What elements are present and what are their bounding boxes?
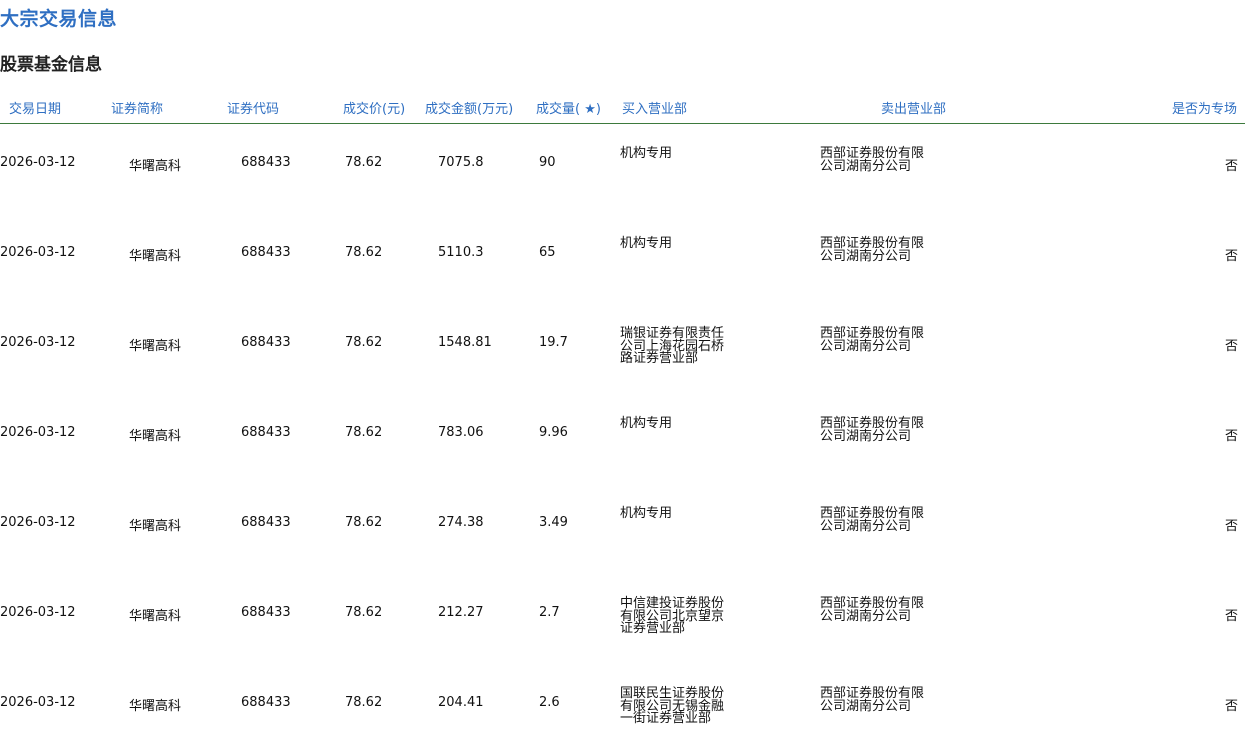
header-special[interactable]: 是否为专场: [1172, 98, 1237, 117]
cell-price: 78.62: [345, 605, 383, 620]
header-security-code[interactable]: 证券代码: [227, 98, 279, 117]
cell-buyer: 中信建投证券股份 有限公司北京望京 证券营业部: [620, 596, 725, 636]
cell-special: 否: [1224, 519, 1238, 534]
table-row[interactable]: 2026-03-12 华曙高科 688433 78.62 274.38 3.49 机构专用 西…: [0, 485, 1245, 575]
header-buyer[interactable]: 买入营业部: [622, 98, 687, 117]
cell-buyer: 瑞银证券有限责任 公司上海花园石桥 路证券营业部: [620, 326, 725, 366]
cell-trade-date: 2026-03-12: [0, 425, 76, 440]
cell-buyer: 国联民生证券股份 有限公司无锡金融 一街证券营业部: [620, 686, 725, 726]
cell-seller: 西部证券股份有限 公司湖南分公司: [820, 506, 925, 534]
cell-amount: 783.06: [438, 425, 484, 440]
cell-seller: 西部证券股份有限 公司湖南分公司: [820, 686, 925, 714]
cell-volume: 2.6: [539, 695, 560, 710]
cell-trade-date: 2026-03-12: [0, 245, 76, 260]
cell-security-name: 华曙高科: [129, 429, 182, 444]
cell-trade-date: 2026-03-12: [0, 515, 76, 530]
cell-security-code: 688433: [241, 245, 291, 260]
cell-trade-date: 2026-03-12: [0, 605, 76, 620]
cell-seller: 西部证券股份有限 公司湖南分公司: [820, 326, 925, 354]
cell-special: 否: [1224, 159, 1238, 174]
section-title: 股票基金信息: [0, 55, 102, 75]
page-title: 大宗交易信息: [0, 8, 118, 30]
cell-security-name: 华曙高科: [129, 249, 182, 264]
cell-amount: 5110.3: [438, 245, 484, 260]
cell-special: 否: [1224, 699, 1238, 714]
cell-price: 78.62: [345, 695, 383, 710]
cell-price: 78.62: [345, 335, 383, 350]
cell-amount: 7075.8: [438, 155, 484, 170]
cell-volume: 9.96: [539, 425, 568, 440]
cell-special: 否: [1224, 339, 1238, 354]
table-row[interactable]: 2026-03-12 华曙高科 688433 78.62 204.41 2.6 国联民生证券…: [0, 665, 1245, 754]
table-row[interactable]: 2026-03-12 华曙高科 688433 78.62 783.06 9.96 机构专用 西…: [0, 395, 1245, 485]
cell-volume: 19.7: [539, 335, 568, 350]
cell-trade-date: 2026-03-12: [0, 155, 76, 170]
cell-seller: 西部证券股份有限 公司湖南分公司: [820, 236, 925, 264]
cell-buyer: 机构专用: [620, 146, 673, 161]
cell-trade-date: 2026-03-12: [0, 695, 76, 710]
cell-volume: 2.7: [539, 605, 560, 620]
table-row[interactable]: 2026-03-12 华曙高科 688433 78.62 5110.3 65 机构专用 西部证…: [0, 215, 1245, 305]
cell-seller: 西部证券股份有限 公司湖南分公司: [820, 596, 925, 624]
cell-security-name: 华曙高科: [129, 609, 182, 624]
cell-special: 否: [1224, 429, 1238, 444]
header-price[interactable]: 成交价(元): [343, 98, 405, 117]
header-amount[interactable]: 成交金额(万元): [425, 98, 513, 117]
cell-buyer: 机构专用: [620, 416, 673, 431]
header-security-name[interactable]: 证券简称: [111, 98, 163, 117]
header-trade-date[interactable]: 交易日期: [9, 98, 61, 117]
cell-trade-date: 2026-03-12: [0, 335, 76, 350]
cell-special: 否: [1224, 609, 1238, 624]
cell-buyer: 机构专用: [620, 506, 673, 521]
cell-security-code: 688433: [241, 425, 291, 440]
cell-security-code: 688433: [241, 695, 291, 710]
cell-volume: 90: [539, 155, 556, 170]
cell-buyer: 机构专用: [620, 236, 673, 251]
table-row[interactable]: 2026-03-12 华曙高科 688433 78.62 7075.8 90 机构专用 西部证…: [0, 125, 1245, 215]
cell-amount: 212.27: [438, 605, 484, 620]
header-seller[interactable]: 卖出营业部: [881, 98, 946, 117]
cell-price: 78.62: [345, 515, 383, 530]
cell-security-name: 华曙高科: [129, 699, 182, 714]
cell-security-code: 688433: [241, 155, 291, 170]
cell-amount: 1548.81: [438, 335, 492, 350]
cell-security-code: 688433: [241, 605, 291, 620]
block-trade-page: 大宗交易信息 股票基金信息 交易日期 证券简称 证券代码 成交价(元) 成交金额…: [0, 0, 1245, 754]
cell-amount: 204.41: [438, 695, 484, 710]
header-volume[interactable]: 成交量( ★): [536, 98, 601, 117]
cell-seller: 西部证券股份有限 公司湖南分公司: [820, 416, 925, 444]
cell-price: 78.62: [345, 245, 383, 260]
cell-price: 78.62: [345, 155, 383, 170]
cell-seller: 西部证券股份有限 公司湖南分公司: [820, 146, 925, 174]
cell-security-code: 688433: [241, 515, 291, 530]
cell-volume: 65: [539, 245, 556, 260]
cell-security-code: 688433: [241, 335, 291, 350]
cell-price: 78.62: [345, 425, 383, 440]
table-header: 交易日期 证券简称 证券代码 成交价(元) 成交金额(万元) 成交量( ★) 买…: [0, 96, 1245, 124]
cell-security-name: 华曙高科: [129, 519, 182, 534]
table-row[interactable]: 2026-03-12 华曙高科 688433 78.62 1548.81 19.7 瑞银证券…: [0, 305, 1245, 395]
cell-security-name: 华曙高科: [129, 159, 182, 174]
cell-special: 否: [1224, 249, 1238, 264]
table-row[interactable]: 2026-03-12 华曙高科 688433 78.62 212.27 2.7 中信建投证券…: [0, 575, 1245, 665]
cell-security-name: 华曙高科: [129, 339, 182, 354]
cell-amount: 274.38: [438, 515, 484, 530]
cell-volume: 3.49: [539, 515, 568, 530]
